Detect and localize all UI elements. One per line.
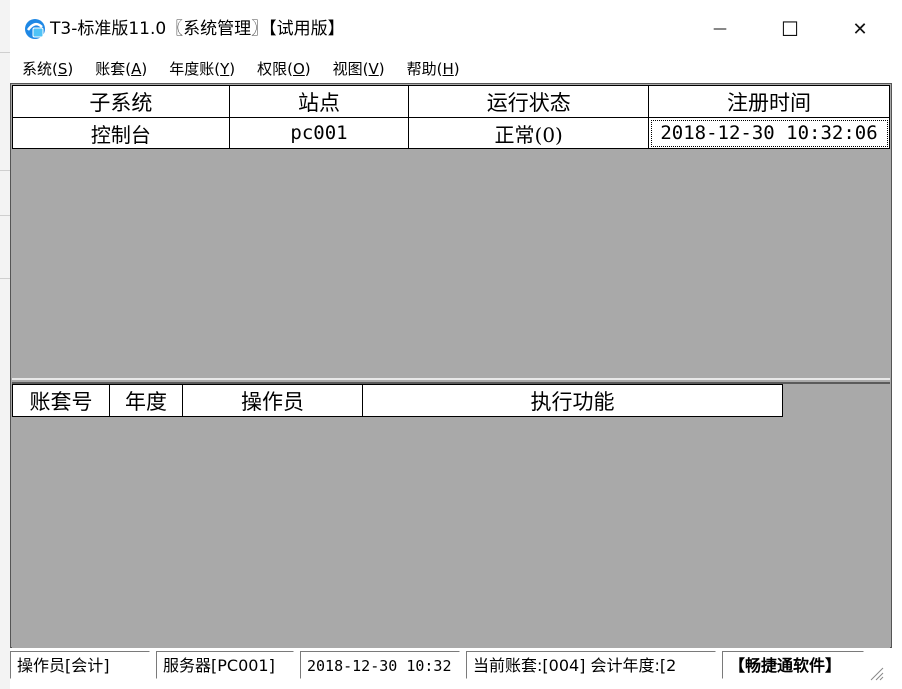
status-operator: 操作员[会计] <box>10 651 150 679</box>
column-header-account-no[interactable]: 账套号 <box>12 384 110 417</box>
subsystem-pane: 子系统 站点 运行状态 注册时间 控制台 pc001 正常(0) 2018-12… <box>12 85 890 380</box>
menu-bar: 系统(S) 账套(A) 年度账(Y) 权限(O) 视图(V) 帮助(H) <box>10 56 892 82</box>
app-icon <box>25 19 45 39</box>
status-datetime: 2018-12-30 10:32 <box>300 651 460 679</box>
window-title: T3-标准版11.0〖系统管理〗【试用版】 <box>50 19 345 39</box>
resize-grip-icon[interactable] <box>868 665 884 681</box>
task-table: 账套号 年度 操作员 执行功能 <box>12 384 783 417</box>
subsystem-header-row: 子系统 站点 运行状态 注册时间 <box>12 85 890 118</box>
maximize-icon: ☐ <box>781 17 799 41</box>
client-area: 子系统 站点 运行状态 注册时间 控制台 pc001 正常(0) 2018-12… <box>10 83 892 648</box>
status-brand: 【畅捷通软件】 <box>722 651 864 679</box>
table-row[interactable]: 控制台 pc001 正常(0) 2018-12-30 10:32:06 <box>12 117 890 149</box>
maximize-button[interactable]: ☐ <box>760 0 820 58</box>
minimize-icon: — <box>713 21 727 37</box>
menu-help[interactable]: 帮助(H) <box>395 57 470 81</box>
menu-account-set[interactable]: 账套(A) <box>83 57 157 81</box>
title-bar[interactable]: T3-标准版11.0〖系统管理〗【试用版】 — ☐ ✕ <box>10 0 892 58</box>
cell-register-time[interactable]: 2018-12-30 10:32:06 <box>648 117 890 149</box>
status-server: 服务器[PC001] <box>156 651 294 679</box>
column-header-year[interactable]: 年度 <box>109 384 183 417</box>
menu-view[interactable]: 视图(V) <box>321 57 395 81</box>
system-management-window: T3-标准版11.0〖系统管理〗【试用版】 — ☐ ✕ 系统(S) 账套(A) … <box>10 0 902 689</box>
column-header-site[interactable]: 站点 <box>228 85 410 118</box>
task-pane: 账套号 年度 操作员 执行功能 <box>12 382 890 648</box>
subsystem-table: 子系统 站点 运行状态 注册时间 控制台 pc001 正常(0) 2018-12… <box>12 85 890 149</box>
column-header-run-status[interactable]: 运行状态 <box>408 85 650 118</box>
task-header-row: 账套号 年度 操作员 执行功能 <box>12 384 783 417</box>
column-header-subsystem[interactable]: 子系统 <box>12 85 230 118</box>
menu-system[interactable]: 系统(S) <box>10 57 83 81</box>
status-bar: 操作员[会计] 服务器[PC001] 2018-12-30 10:32 当前账套… <box>10 648 892 689</box>
cell-subsystem[interactable]: 控制台 <box>12 117 230 149</box>
menu-annual-account[interactable]: 年度账(Y) <box>157 57 245 81</box>
minimize-button[interactable]: — <box>690 0 750 58</box>
close-icon: ✕ <box>852 18 868 40</box>
close-button[interactable]: ✕ <box>830 0 890 58</box>
cell-site[interactable]: pc001 <box>228 117 410 149</box>
cell-run-status[interactable]: 正常(0) <box>408 117 650 149</box>
column-header-function[interactable]: 执行功能 <box>362 384 783 417</box>
menu-permissions[interactable]: 权限(O) <box>245 57 321 81</box>
column-header-operator[interactable]: 操作员 <box>182 384 363 417</box>
status-account: 当前账套:[004] 会计年度:[2 <box>466 651 716 679</box>
column-header-register-time[interactable]: 注册时间 <box>648 85 890 118</box>
